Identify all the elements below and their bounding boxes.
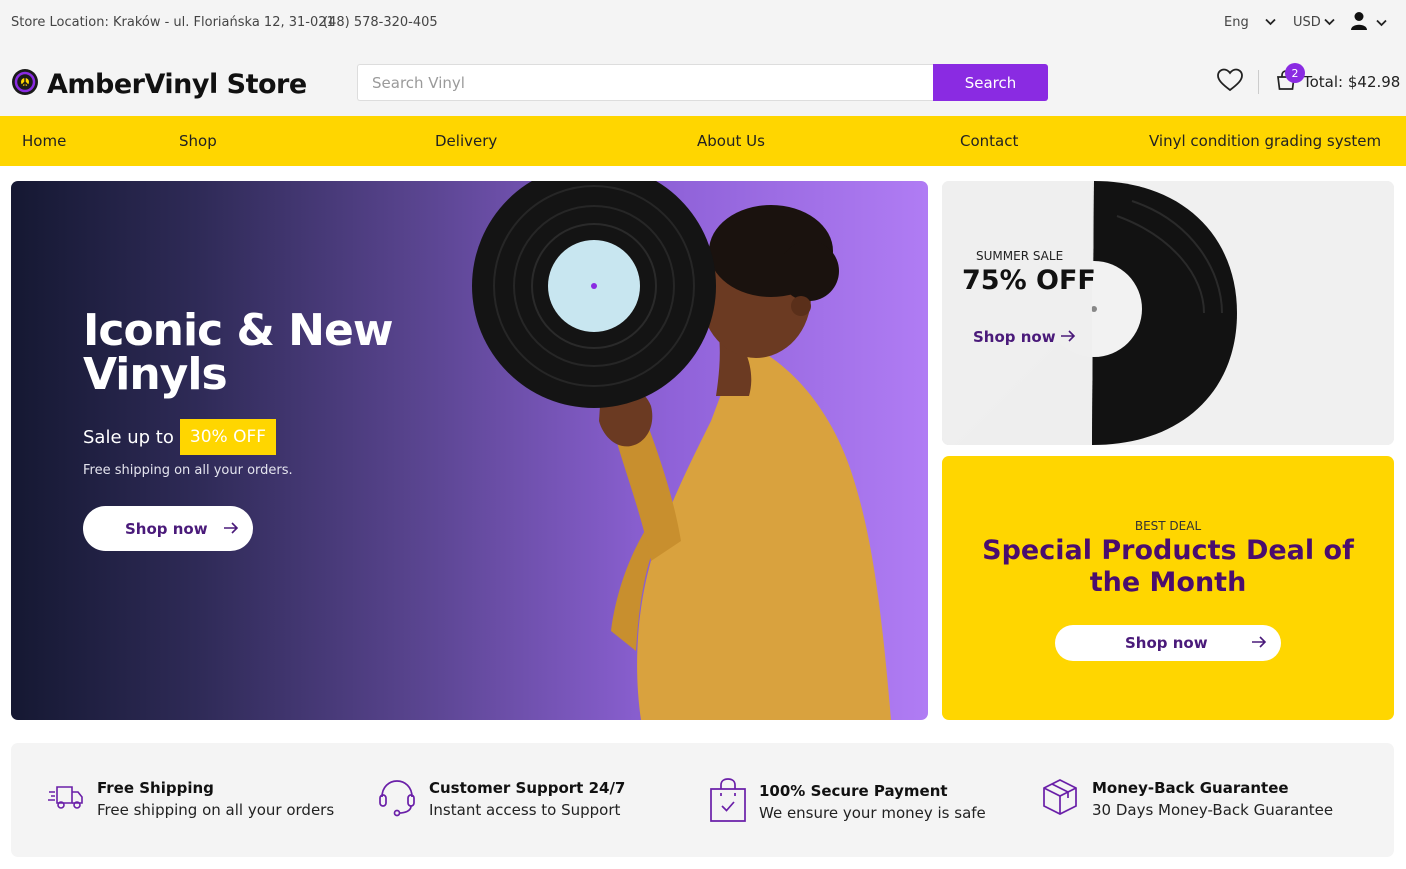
store-location: Store Location: Kraków - ul. Floriańska … — [11, 15, 335, 30]
currency-value: USD — [1293, 15, 1321, 30]
header-actions: 2 Total: $42.98 — [1216, 63, 1401, 96]
nav-delivery[interactable]: Delivery — [435, 132, 497, 150]
cart-button[interactable]: 2 Total: $42.98 — [1275, 63, 1401, 95]
main-nav: Home Shop Delivery About Us Contact Viny… — [0, 116, 1406, 166]
summer-cta-label: Shop now — [973, 328, 1056, 346]
hero-cta-label: Shop now — [125, 519, 208, 538]
feature-title: Money-Back Guarantee — [1092, 779, 1289, 797]
hero-sale-badge: 30% OFF — [179, 419, 277, 455]
hero-banner: Iconic & New Vinyls Sale up to 30% OFF F… — [11, 181, 928, 720]
chevron-down-icon — [1324, 16, 1335, 29]
language-selector[interactable]: Eng — [1224, 15, 1276, 30]
nav-vinyl-grading[interactable]: Vinyl condition grading system — [1149, 132, 1381, 150]
feature-desc: 30 Days Money-Back Guarantee — [1092, 801, 1334, 819]
box-icon — [1040, 777, 1080, 821]
feature-customer-support: Customer Support 24/7 Instant access to … — [377, 777, 625, 821]
brand-name: AmberVinyl Store — [47, 68, 307, 100]
feature-title: Customer Support 24/7 — [429, 779, 626, 797]
headset-icon — [377, 777, 417, 821]
feature-desc: We ensure your money is safe — [759, 804, 986, 822]
brand-logo[interactable]: AmberVinyl Store — [11, 68, 307, 100]
hero-subtitle: Free shipping on all your orders. — [83, 463, 293, 478]
nav-home[interactable]: Home — [22, 132, 66, 150]
user-icon — [1350, 11, 1368, 35]
arrow-right-icon — [223, 520, 239, 538]
feature-free-shipping: Free Shipping Free shipping on all your … — [47, 777, 334, 821]
hero-sale: Sale up to 30% OFF — [83, 419, 277, 455]
hero-sale-prefix: Sale up to — [83, 426, 174, 448]
top-bar: Store Location: Kraków - ul. Floriańska … — [0, 0, 1406, 46]
summer-sale-discount: 75% OFF — [962, 265, 1096, 296]
hero-shop-now-button[interactable]: Shop now — [83, 506, 253, 551]
summer-shop-now-link[interactable]: Shop now — [973, 328, 1076, 346]
summer-sale-label: SUMMER SALE — [976, 249, 1064, 263]
feature-secure-payment: 100% Secure Payment We ensure your money… — [709, 777, 986, 827]
header-divider — [1258, 70, 1259, 94]
nav-contact[interactable]: Contact — [960, 132, 1018, 150]
feature-title: Free Shipping — [97, 779, 214, 797]
deal-label: BEST DEAL — [1134, 519, 1202, 533]
search-bar: Search — [357, 64, 1048, 101]
feature-desc: Instant access to Support — [429, 801, 621, 819]
best-deal-card: BEST DEAL Special Products Deal of the M… — [942, 456, 1394, 720]
chevron-down-icon — [1265, 16, 1276, 29]
search-button[interactable]: Search — [933, 64, 1048, 101]
features-strip: Free Shipping Free shipping on all your … — [11, 743, 1394, 857]
account-menu[interactable] — [1350, 11, 1387, 35]
deal-cta-label: Shop now — [1125, 634, 1208, 652]
hero-title-line2: Vinyls — [83, 349, 228, 400]
currency-selector[interactable]: USD — [1293, 15, 1335, 30]
arrow-right-icon — [1060, 328, 1076, 346]
language-value: Eng — [1224, 15, 1249, 30]
nav-about-us[interactable]: About Us — [697, 132, 765, 150]
shopping-bag-icon — [709, 777, 747, 827]
store-phone[interactable]: (48) 578-320-405 — [323, 15, 438, 30]
site-header: AmberVinyl Store Search 2 Total: $42.98 — [0, 46, 1406, 116]
cart-count-badge: 2 — [1285, 63, 1305, 83]
hero-person-vinyl-image — [472, 181, 891, 720]
truck-icon — [47, 782, 85, 816]
cart-total: Total: $42.98 — [1303, 73, 1401, 91]
deal-shop-now-button[interactable]: Shop now — [1055, 625, 1281, 661]
vinyl-logo-icon — [11, 68, 39, 100]
chevron-down-icon — [1376, 16, 1387, 31]
wishlist-heart-icon[interactable] — [1216, 68, 1244, 96]
deal-title: Special Products Deal of the Month — [982, 535, 1354, 598]
summer-sale-card: SUMMER SALE 75% OFF Shop now — [942, 181, 1394, 445]
vinyl-record-image — [942, 181, 1237, 445]
feature-desc: Free shipping on all your orders — [97, 801, 335, 819]
arrow-right-icon — [1251, 634, 1267, 652]
hero-title: Iconic & New Vinyls — [83, 309, 393, 397]
feature-money-back: Money-Back Guarantee 30 Days Money-Back … — [1040, 777, 1333, 821]
search-input[interactable] — [357, 64, 933, 101]
nav-shop[interactable]: Shop — [179, 132, 217, 150]
feature-title: 100% Secure Payment — [759, 782, 948, 800]
